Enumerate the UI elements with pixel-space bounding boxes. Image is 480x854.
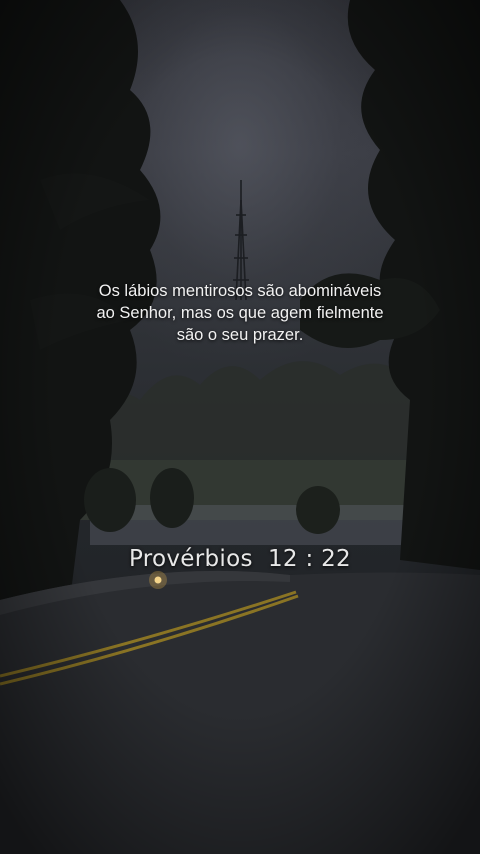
verse-line: Os lábios mentirosos são abomináveis bbox=[98, 282, 382, 300]
background-scene: Os lábios mentirosos são abomináveis ao … bbox=[0, 0, 480, 854]
verse-text: Os lábios mentirosos são abomináveis ao … bbox=[60, 280, 420, 346]
verse-line: ao Senhor, mas os que agem fielmente bbox=[96, 304, 384, 322]
landscape-illustration bbox=[0, 0, 480, 854]
verse-line: são o seu prazer. bbox=[176, 326, 304, 344]
vignette bbox=[0, 0, 480, 854]
verse-reference: Provérbios 12 : 22 bbox=[129, 546, 351, 572]
